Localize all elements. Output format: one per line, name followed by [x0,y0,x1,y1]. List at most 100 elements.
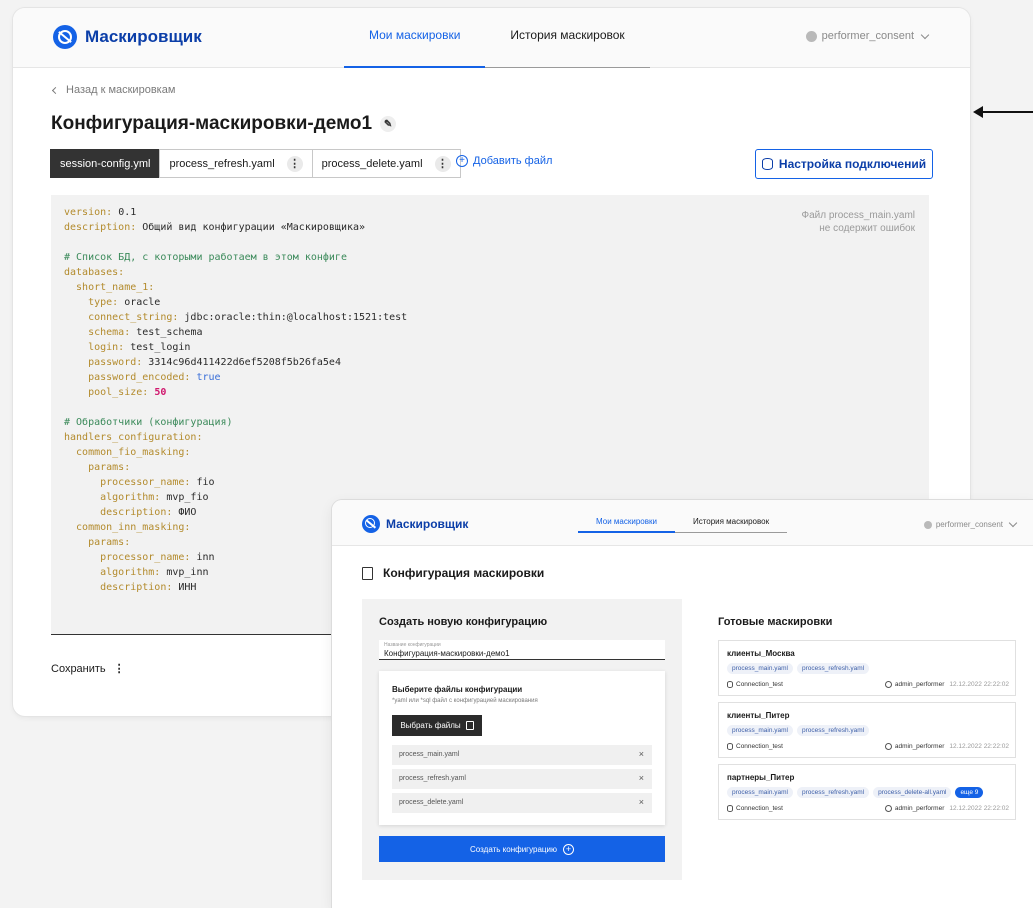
create-config-label: Создать конфигурацию [470,844,557,854]
plus-circle-icon: + [562,843,574,855]
logo-text: Маскировщик [85,27,202,46]
timestamp: 12.12.2022 22:22:02 [949,805,1009,812]
nav-tab-history[interactable]: История маскировок [485,8,650,68]
file-tabs: session-config.yml process_refresh.yaml ⋮… [50,149,461,178]
close-icon[interactable]: × [639,797,644,807]
connection-info: Connection_test [727,681,783,688]
nav-tab-history[interactable]: История маскировок [674,500,788,533]
user-icon [923,520,932,529]
nav-tab-label: Мои маскировки [369,28,461,42]
file-name: process_delete.yaml [399,799,464,806]
file-tab-session-config[interactable]: session-config.yml [50,149,161,178]
kebab-icon[interactable]: ⋮ [286,155,303,172]
database-icon [727,681,733,688]
page-title-text: Конфигурация маскировки [383,566,545,580]
main-nav: Мои маскировки История маскировок [578,500,788,533]
file-name: process_main.yaml [399,751,460,758]
ready-masking-card[interactable]: партнеры_Питер process_main.yaml process… [718,764,1016,820]
selected-file-row: process_main.yaml × [392,745,652,765]
nav-tab-label: История маскировок [510,28,625,42]
close-icon[interactable]: × [639,773,644,783]
nav-tab-label: История маскировок [692,517,770,526]
save-button[interactable]: Сохранить ⋮ [51,662,125,676]
config-name-value[interactable]: Конфигурация-маскировки-демо1 [384,649,510,658]
choose-files-label: Выбрать файлы [400,721,461,730]
file-tag: process_main.yaml [727,787,793,798]
file-tab-label: session-config.yml [60,157,151,170]
file-tab-label: process_delete.yaml [321,157,423,170]
top-bar: Маскировщик Мои маскировки История маски… [13,8,970,68]
mask-logo-icon [53,25,77,49]
clock-icon [884,743,892,750]
database-icon [727,743,733,750]
file-tag: process_refresh.yaml [797,725,870,736]
pencil-icon[interactable]: ✎ [380,116,397,132]
nav-tab-my-maskings[interactable]: Мои маскировки [578,500,675,533]
create-config-button[interactable]: Создать конфигурацию + [379,836,665,862]
top-bar: Маскировщик Мои маскировки История маски… [332,500,1033,546]
more-files-badge[interactable]: еще 9 [955,787,984,798]
page-title: Конфигурация-маскировки-демо1 ✎ [51,113,397,135]
logo[interactable]: Маскировщик [53,25,202,49]
file-tag: process_refresh.yaml [797,663,870,674]
author-info: admin_performer 12.12.2022 22:22:02 [884,681,1009,688]
file-tag: process_delete-all.yaml [873,787,952,798]
ready-masking-card[interactable]: клиенты_Москва process_main.yaml process… [718,640,1016,696]
author-info: admin_performer 12.12.2022 22:22:02 [884,805,1009,812]
ready-maskings-title: Готовые маскировки [718,616,833,628]
file-tags: process_main.yaml process_refresh.yaml [727,725,870,736]
file-tags: process_main.yaml process_refresh.yaml p… [727,787,984,798]
plus-circle-icon: + [456,155,468,167]
ready-masking-card[interactable]: клиенты_Питер process_main.yaml process_… [718,702,1016,758]
connection-name: Connection_test [736,681,783,688]
connections-settings-button[interactable]: Настройка подключений [755,149,933,179]
file-tab-process-refresh[interactable]: process_refresh.yaml ⋮ [159,149,313,178]
panel-title: Создать новую конфигурацию [379,616,548,628]
mask-logo-icon [362,515,380,533]
chevron-down-icon [1008,518,1018,528]
add-file-button[interactable]: + Добавить файл [456,155,552,167]
author-name: admin_performer [894,681,945,688]
close-icon[interactable]: × [639,749,644,759]
user-name: performer_consent [821,30,914,42]
user-menu[interactable]: performer_consent [805,30,930,42]
save-label: Сохранить [51,662,106,675]
database-icon [761,158,773,170]
connection-info: Connection_test [727,805,783,812]
database-icon [727,805,733,812]
validation-line: Файл process_main.yaml [801,210,915,221]
file-tag: process_main.yaml [727,663,793,674]
timestamp: 12.12.2022 22:22:02 [949,743,1009,750]
logo[interactable]: Маскировщик [362,515,468,533]
file-name: process_refresh.yaml [399,775,466,782]
creator-window: Маскировщик Мои маскировки История маски… [332,500,1033,908]
validation-status: Файл process_main.yaml не содержит ошибо… [801,209,915,235]
connection-info: Connection_test [727,743,783,750]
file-tab-label: process_refresh.yaml [169,157,275,170]
pointer-arrow-icon [973,106,1033,118]
add-file-label: Добавить файл [473,155,553,167]
main-nav: Мои маскировки История маскировок [344,8,650,68]
user-menu[interactable]: performer_consent [923,518,1018,529]
kebab-icon[interactable]: ⋮ [114,662,125,675]
masking-name: клиенты_Питер [727,711,790,720]
create-config-panel: Создать новую конфигурацию Название конф… [362,599,682,880]
clock-icon [884,805,892,812]
author-name: admin_performer [894,805,945,812]
user-icon [805,30,817,42]
file-picker-card: Выберите файлы конфигурации *yaml или *s… [379,671,665,825]
config-name-label: Название конфигурации [384,642,441,648]
upload-icon [465,721,474,730]
connection-name: Connection_test [736,805,783,812]
selected-file-row: process_delete.yaml × [392,793,652,813]
file-tags: process_main.yaml process_refresh.yaml [727,663,870,674]
back-link[interactable]: Назад к маскировкам [51,84,175,96]
connection-name: Connection_test [736,743,783,750]
logo-text: Маскировщик [386,517,469,531]
choose-files-button[interactable]: Выбрать файлы [392,715,482,736]
file-tab-process-delete[interactable]: process_delete.yaml ⋮ [311,149,461,178]
config-name-input[interactable]: Название конфигурации Конфигурация-маски… [379,640,665,660]
nav-tab-my-maskings[interactable]: Мои маскировки [344,8,486,68]
kebab-icon[interactable]: ⋮ [434,155,451,172]
page-title-text: Конфигурация-маскировки-демо1 [51,113,373,134]
